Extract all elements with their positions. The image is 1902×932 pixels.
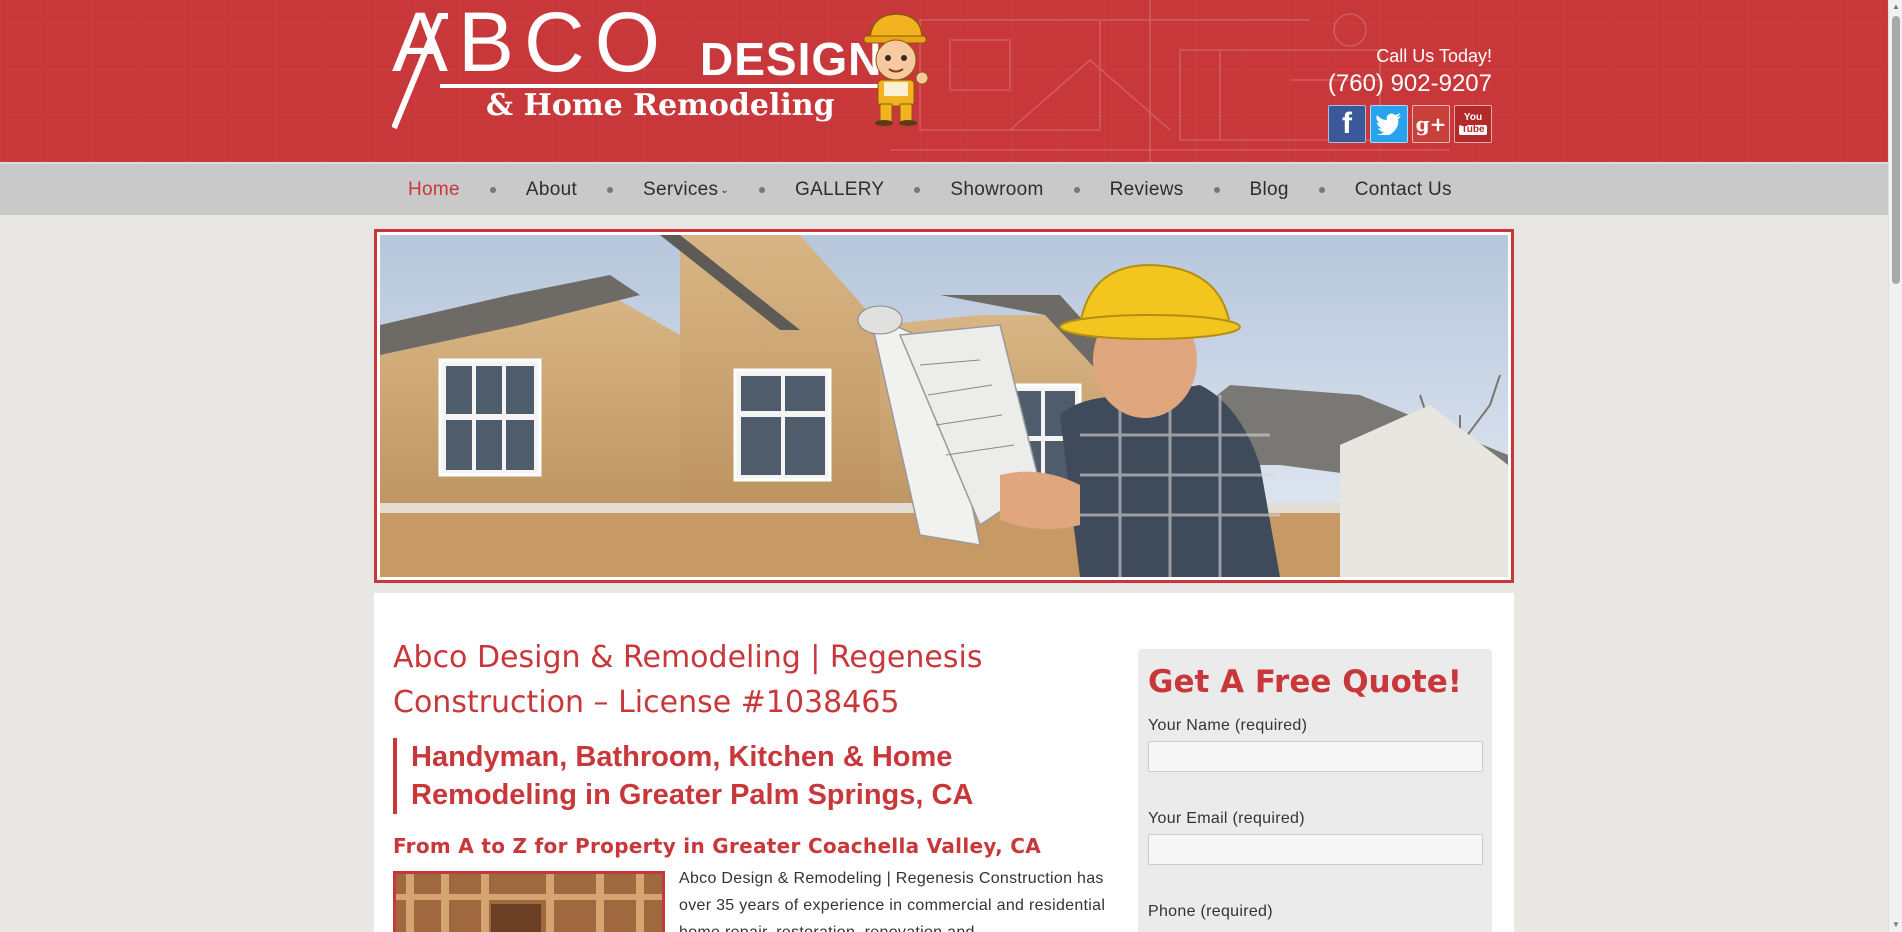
framing-photo (393, 871, 665, 932)
nav-services[interactable]: Services ⌄ (643, 179, 729, 201)
name-field[interactable] (1148, 741, 1483, 772)
phone-number[interactable]: (760) 902-9207 (1328, 68, 1492, 100)
nav-separator (1213, 186, 1220, 193)
contact-info: Call Us Today! (760) 902-9207 (1328, 44, 1492, 100)
scroll-down-arrow-icon[interactable]: ▼ (1889, 918, 1902, 932)
scrollbar-thumb[interactable] (1892, 16, 1900, 284)
youtube-icon[interactable]: You Tube (1454, 105, 1492, 143)
chevron-down-icon: ⌄ (720, 185, 729, 196)
name-field-label: Your Name (required) (1148, 717, 1308, 734)
facebook-icon[interactable]: f (1328, 105, 1366, 143)
nav-home[interactable]: Home (408, 179, 460, 201)
nav-separator (1318, 186, 1325, 193)
email-field[interactable] (1148, 834, 1483, 865)
logo-a-slash (392, 13, 448, 130)
nav-separator (759, 186, 765, 193)
youtube-label-you: You (1463, 112, 1483, 123)
hero-image (380, 235, 1508, 577)
nav-blog[interactable]: Blog (1250, 179, 1289, 201)
intro-paragraph: Abco Design & Remodeling | Regenesis Con… (679, 870, 1106, 932)
phone-field-label: Phone (required) (1148, 903, 1273, 920)
page-title: Abco Design & Remodeling | Regenesis Con… (393, 640, 983, 720)
nav-showroom[interactable]: Showroom (950, 179, 1043, 201)
scroll-up-arrow-icon[interactable]: ▲ (1889, 0, 1902, 14)
page-subheading: Handyman, Bathroom, Kitchen & Home Remod… (393, 738, 1103, 814)
call-label: Call Us Today! (1376, 46, 1492, 66)
nav-contact-us[interactable]: Contact Us (1355, 179, 1452, 201)
social-links: f g+ You Tube (1328, 105, 1492, 143)
nav-gallery[interactable]: GALLERY (795, 179, 884, 201)
nav-reviews[interactable]: Reviews (1110, 179, 1184, 201)
nav-services-label: Services (643, 178, 719, 200)
nav-separator (1073, 186, 1080, 193)
email-field-label: Your Email (required) (1148, 810, 1305, 827)
nav-about[interactable]: About (526, 179, 577, 201)
google-plus-icon[interactable]: g+ (1412, 105, 1450, 143)
nav-separator (489, 186, 496, 193)
main-navigation: Home About Services ⌄ GALLERY Showroom R… (0, 162, 1888, 215)
page-scrollbar[interactable]: ▲ ▼ (1888, 0, 1902, 932)
logo-subtitle: & Home Remodeling (486, 88, 835, 123)
site-header: ABCO DESIGN & Home Remodeling Call Us To… (0, 0, 1888, 162)
nav-separator (607, 186, 614, 193)
youtube-label-tube: Tube (1459, 124, 1487, 135)
main-content: Abco Design & Remodeling | Regenesis Con… (374, 593, 1514, 932)
twitter-icon[interactable] (1370, 105, 1408, 143)
quote-form-title: Get A Free Quote! (1148, 664, 1462, 700)
hero-banner (374, 229, 1514, 583)
page-tagline: From A to Z for Property in Greater Coac… (393, 834, 1042, 858)
mascot-worker-icon (863, 13, 929, 126)
nav-separator (914, 186, 921, 193)
quote-form: Get A Free Quote! Your Name (required) Y… (1138, 649, 1492, 932)
